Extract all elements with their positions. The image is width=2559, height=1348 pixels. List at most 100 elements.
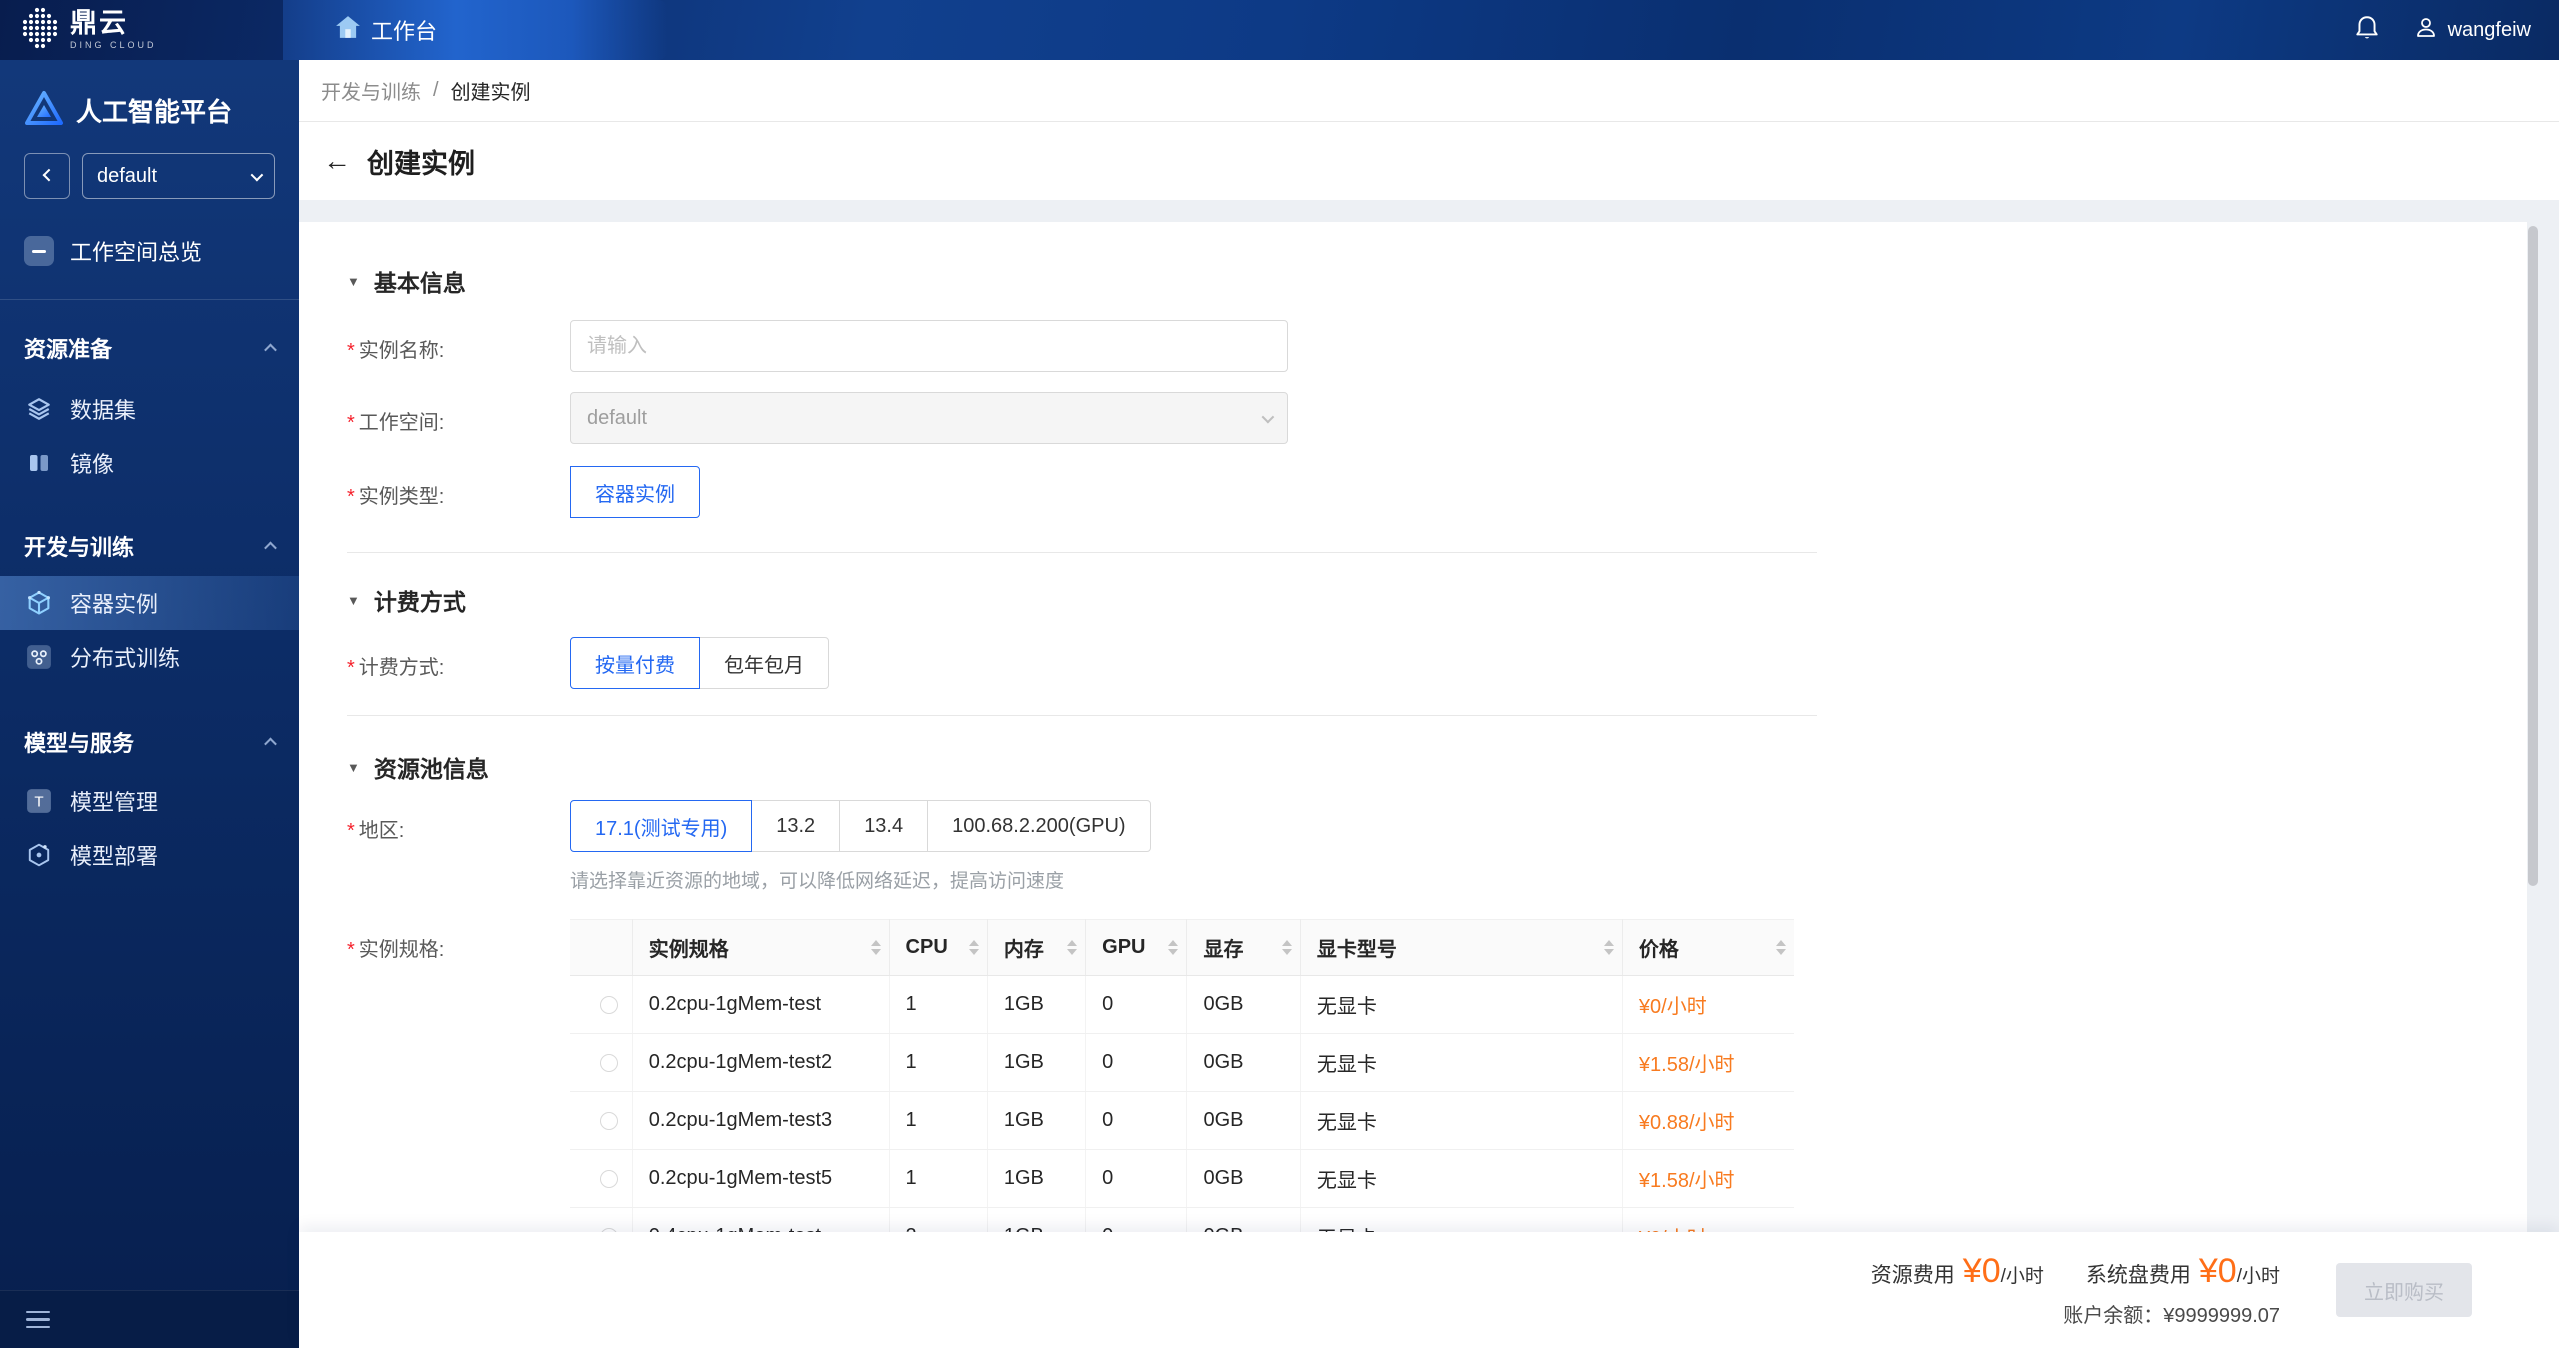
sort-icon[interactable] (1282, 940, 1292, 955)
instance-type-option-container[interactable]: 容器实例 (570, 466, 700, 518)
workspace-field-select[interactable]: default (570, 392, 1288, 444)
sidebar: 人工智能平台 default 工作空间总览 资源准备 (0, 60, 299, 1348)
sidebar-group-dev-training[interactable]: 开发与训练 (0, 530, 299, 562)
workspace-field-value: default (587, 407, 647, 430)
content-background: ▼ 基本信息 *实例名称: *工作空间: d (299, 200, 2559, 1232)
sidebar-group-label: 开发与训练 (24, 530, 134, 562)
dingcloud-logo-icon (20, 6, 60, 55)
table-row[interactable]: 0.2cpu-1gMem-test2 1 1GB 0 0GB 无显卡 ¥1.58… (570, 1034, 1794, 1092)
model-deploy-icon (24, 842, 54, 868)
notification-bell-icon[interactable] (2354, 14, 2380, 47)
sidebar-item-container-instance[interactable]: 容器实例 (0, 576, 299, 630)
brand-subtitle: DING CLOUD (70, 41, 157, 50)
field-label-workspace: *工作空间: (347, 392, 547, 435)
sort-icon[interactable] (1776, 940, 1786, 955)
collapse-triangle-icon: ▼ (347, 593, 360, 608)
collapse-triangle-icon: ▼ (347, 274, 360, 289)
table-header-price: 价格 (1622, 920, 1794, 976)
username: wangfeiw (2448, 19, 2531, 42)
tab-workbench[interactable]: 工作台 (283, 14, 437, 46)
resource-fee-value: ¥0 (1963, 1252, 2001, 1291)
platform-header: 人工智能平台 (0, 60, 299, 131)
sidebar-group-model-service[interactable]: 模型与服务 (0, 726, 299, 758)
sort-icon[interactable] (969, 940, 979, 955)
row-radio[interactable] (600, 996, 618, 1014)
user-menu[interactable]: wangfeiw (2414, 15, 2531, 45)
field-label-region: *地区: (347, 800, 547, 843)
sort-icon[interactable] (1168, 940, 1178, 955)
chevron-up-icon (264, 737, 277, 750)
required-star: * (347, 939, 355, 961)
row-radio[interactable] (600, 1054, 618, 1072)
container-cube-icon (24, 589, 54, 617)
table-row[interactable]: 0.2cpu-1gMem-test5 1 1GB 0 0GB 无显卡 ¥1.58… (570, 1150, 1794, 1208)
required-star: * (347, 486, 355, 508)
region-option-17-1[interactable]: 17.1(测试专用) (570, 800, 752, 852)
sidebar-item-label: 镜像 (70, 447, 114, 479)
sort-icon[interactable] (871, 940, 881, 955)
topbar: 鼎云 DING CLOUD 工作台 wangfe (0, 0, 2559, 60)
sidebar-item-model-deploy[interactable]: 模型部署 (0, 828, 299, 882)
instance-name-input[interactable] (570, 320, 1288, 372)
sidebar-item-image[interactable]: 镜像 (0, 436, 299, 490)
region-option-13-4[interactable]: 13.4 (839, 800, 928, 852)
sidebar-item-dataset[interactable]: 数据集 (0, 382, 299, 436)
breadcrumb-parent[interactable]: 开发与训练 (321, 76, 421, 105)
home-icon (335, 15, 361, 45)
field-label-instance-name: *实例名称: (347, 320, 547, 363)
required-star: * (347, 340, 355, 362)
section-header-billing[interactable]: ▼ 计费方式 (347, 585, 2527, 615)
row-radio[interactable] (600, 1112, 618, 1130)
billing-option-pay-as-you-go[interactable]: 按量付费 (570, 637, 700, 689)
section-header-basic-info[interactable]: ▼ 基本信息 (347, 266, 2527, 296)
workspace-back-button[interactable] (24, 153, 70, 199)
model-management-icon: T (24, 788, 54, 814)
table-row[interactable]: 0.4cpu-1gMem-test 2 1GB 0 0GB 无显卡 ¥0/小时 (570, 1208, 1794, 1233)
table-row[interactable]: 0.2cpu-1gMem-test 1 1GB 0 0GB 无显卡 ¥0/小时 (570, 976, 1794, 1034)
resource-fee-label: 资源费用 (1871, 1259, 1955, 1289)
account-balance: 账户余额：¥9999999.07 (2063, 1299, 2280, 1328)
region-option-13-2[interactable]: 13.2 (751, 800, 840, 852)
sidebar-collapse-menu-icon[interactable] (26, 1311, 50, 1329)
section-divider (347, 715, 1817, 716)
image-mirror-icon (24, 451, 54, 475)
vertical-scrollbar[interactable] (2528, 226, 2538, 886)
table-row[interactable]: 0.2cpu-1gMem-test3 1 1GB 0 0GB 无显卡 ¥0.88… (570, 1092, 1794, 1150)
resource-fee-unit: /小时 (2001, 1261, 2044, 1288)
back-arrow-icon[interactable]: ← (323, 147, 351, 175)
sidebar-item-workspace-overview[interactable]: 工作空间总览 (0, 225, 299, 277)
section-header-resource-pool[interactable]: ▼ 资源池信息 (347, 752, 2527, 782)
sidebar-item-label: 容器实例 (70, 587, 158, 619)
user-icon (2414, 15, 2438, 45)
sort-icon[interactable] (1604, 940, 1614, 955)
required-star: * (347, 412, 355, 434)
main-content: 开发与训练 / 创建实例 ← 创建实例 ▼ 基本信息 *实例名称: (299, 60, 2559, 1348)
disk-fee: 系统盘费用 ¥0 /小时 (2086, 1252, 2280, 1291)
disk-fee-unit: /小时 (2237, 1261, 2280, 1288)
sidebar-item-label: 模型管理 (70, 785, 158, 817)
section-divider (347, 552, 1817, 553)
resource-fee: 资源费用 ¥0 /小时 (1871, 1252, 2044, 1291)
tab-workbench-label: 工作台 (371, 14, 437, 46)
sidebar-item-distributed-training[interactable]: 分布式训练 (0, 630, 299, 684)
sidebar-divider (0, 299, 299, 300)
table-header-spec: 实例规格 (632, 920, 889, 976)
billing-option-subscription[interactable]: 包年包月 (699, 637, 829, 689)
overview-icon (24, 236, 54, 266)
collapse-triangle-icon: ▼ (347, 760, 360, 775)
disk-fee-label: 系统盘费用 (2086, 1259, 2191, 1289)
sidebar-group-resource-prep[interactable]: 资源准备 (0, 332, 299, 364)
account-balance-value: ¥9999999.07 (2163, 1305, 2280, 1327)
row-radio[interactable] (600, 1170, 618, 1188)
page-title: 创建实例 (367, 142, 475, 181)
sort-icon[interactable] (1067, 940, 1077, 955)
section-title: 资源池信息 (374, 750, 489, 784)
disk-fee-value: ¥0 (2199, 1252, 2237, 1291)
workspace-select[interactable]: default (82, 153, 275, 199)
brand-logo[interactable]: 鼎云 DING CLOUD (0, 6, 283, 55)
buy-now-button[interactable]: 立即购买 (2336, 1263, 2472, 1317)
sidebar-item-model-management[interactable]: T 模型管理 (0, 774, 299, 828)
sidebar-item-label: 分布式训练 (70, 641, 180, 673)
svg-text:T: T (34, 793, 43, 810)
region-option-gpu[interactable]: 100.68.2.200(GPU) (927, 800, 1150, 852)
